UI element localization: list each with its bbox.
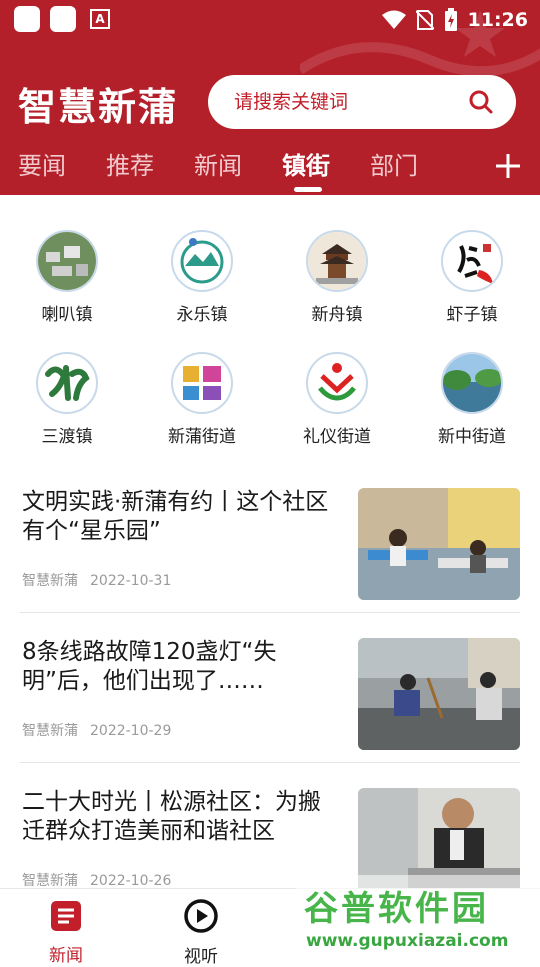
tab-xinwen[interactable]: 新闻 bbox=[194, 146, 242, 181]
channel-tabs: 要闻 推荐 新闻 镇街 部门 bbox=[0, 140, 540, 195]
article-item[interactable]: 8条线路故障120盏灯“失明”后，他们出现了…… 智慧新蒲 2022-10-29 bbox=[20, 638, 520, 750]
no-sim-icon bbox=[415, 10, 434, 30]
app-header: A 11:26 智慧新蒲 请搜索关键词 要闻 推荐 新闻 镇街 部门 bbox=[0, 0, 540, 195]
news-icon bbox=[51, 901, 81, 931]
article-title: 二十大时光丨松源社区：为搬迁群众打造美丽和谐社区 bbox=[22, 789, 321, 844]
article-source: 智慧新蒲 bbox=[22, 723, 78, 739]
town-label: 新中街道 bbox=[438, 427, 506, 447]
town-item-yongle[interactable]: 永乐镇 bbox=[135, 230, 269, 325]
nav-label: 新闻 bbox=[49, 946, 83, 966]
article-meta: 智慧新蒲 2022-10-29 bbox=[22, 720, 183, 740]
watermark-url: www.gupuxiazai.com bbox=[306, 931, 509, 951]
town-label: 礼仪街道 bbox=[303, 427, 371, 447]
article-meta: 智慧新蒲 2022-10-26 bbox=[22, 870, 183, 890]
tab-zhenjie[interactable]: 镇街 bbox=[282, 146, 330, 181]
search-bar[interactable]: 请搜索关键词 bbox=[208, 75, 516, 129]
lake-photo-icon bbox=[441, 352, 503, 414]
search-icon[interactable] bbox=[468, 89, 494, 115]
divider bbox=[20, 612, 520, 613]
town-label: 虾子镇 bbox=[446, 305, 498, 325]
notification-icon bbox=[14, 6, 40, 32]
town-item-xinzhong-jiedao[interactable]: 新中街道 bbox=[405, 352, 539, 447]
clock: 11:26 bbox=[467, 9, 528, 31]
app-title: 智慧新蒲 bbox=[18, 85, 179, 129]
app-badge-icon: A bbox=[90, 9, 110, 29]
tab-tuijian[interactable]: 推荐 bbox=[106, 146, 154, 181]
town-label: 新舟镇 bbox=[311, 305, 363, 325]
battery-charging-icon bbox=[444, 8, 457, 31]
article-source: 智慧新蒲 bbox=[22, 873, 78, 889]
wifi-icon bbox=[381, 10, 406, 29]
colorful-logo-icon bbox=[171, 352, 233, 414]
play-icon bbox=[184, 899, 218, 933]
town-item-xinzhou[interactable]: 新舟镇 bbox=[270, 230, 404, 325]
nav-video[interactable]: 视听 bbox=[156, 889, 246, 967]
town-item-xinpu-jiedao[interactable]: 新蒲街道 bbox=[135, 352, 269, 447]
nav-label: 视听 bbox=[184, 947, 218, 967]
article-title: 文明实践·新蒲有约丨这个社区有个“星乐园” bbox=[22, 489, 329, 544]
town-item-sandu[interactable]: 三渡镇 bbox=[0, 352, 134, 447]
watermark-title: 谷普软件园 bbox=[304, 889, 489, 929]
article-title: 8条线路故障120盏灯“失明”后，他们出现了…… bbox=[22, 639, 277, 694]
watermark: 谷普软件园 www.gupuxiazai.com bbox=[296, 875, 540, 960]
add-channel-icon[interactable] bbox=[494, 152, 522, 180]
article-item[interactable]: 文明实践·新蒲有约丨这个社区有个“星乐园” 智慧新蒲 2022-10-31 bbox=[20, 488, 520, 600]
town-item-xiazi[interactable]: 虾子镇 bbox=[405, 230, 539, 325]
town-photo-icon bbox=[36, 230, 98, 292]
green-logo-icon bbox=[36, 352, 98, 414]
article-source: 智慧新蒲 bbox=[22, 573, 78, 589]
classroom-photo bbox=[358, 488, 520, 600]
article-meta: 智慧新蒲 2022-10-31 bbox=[22, 570, 183, 590]
tab-bumen[interactable]: 部门 bbox=[370, 146, 418, 181]
notification-icon bbox=[50, 6, 76, 32]
street-repair-photo bbox=[358, 638, 520, 750]
town-label: 三渡镇 bbox=[41, 427, 93, 447]
divider bbox=[20, 762, 520, 763]
article-date: 2022-10-31 bbox=[90, 573, 172, 589]
article-date: 2022-10-29 bbox=[90, 723, 172, 739]
nav-news[interactable]: 新闻 bbox=[21, 889, 111, 966]
town-item-laba[interactable]: 喇叭镇 bbox=[0, 230, 134, 325]
status-bar: A 11:26 bbox=[0, 0, 540, 40]
mountain-logo-icon bbox=[171, 230, 233, 292]
town-label: 喇叭镇 bbox=[41, 305, 93, 325]
pavilion-icon bbox=[306, 230, 368, 292]
calligraphy-logo-icon bbox=[441, 230, 503, 292]
town-label: 永乐镇 bbox=[176, 305, 228, 325]
article-date: 2022-10-26 bbox=[90, 873, 172, 889]
search-placeholder: 请搜索关键词 bbox=[234, 91, 349, 113]
tab-yaowen[interactable]: 要闻 bbox=[18, 146, 66, 181]
town-item-liyi-jiedao[interactable]: 礼仪街道 bbox=[270, 352, 404, 447]
active-tab-indicator bbox=[294, 187, 322, 192]
people-logo-icon bbox=[306, 352, 368, 414]
town-label: 新蒲街道 bbox=[168, 427, 236, 447]
